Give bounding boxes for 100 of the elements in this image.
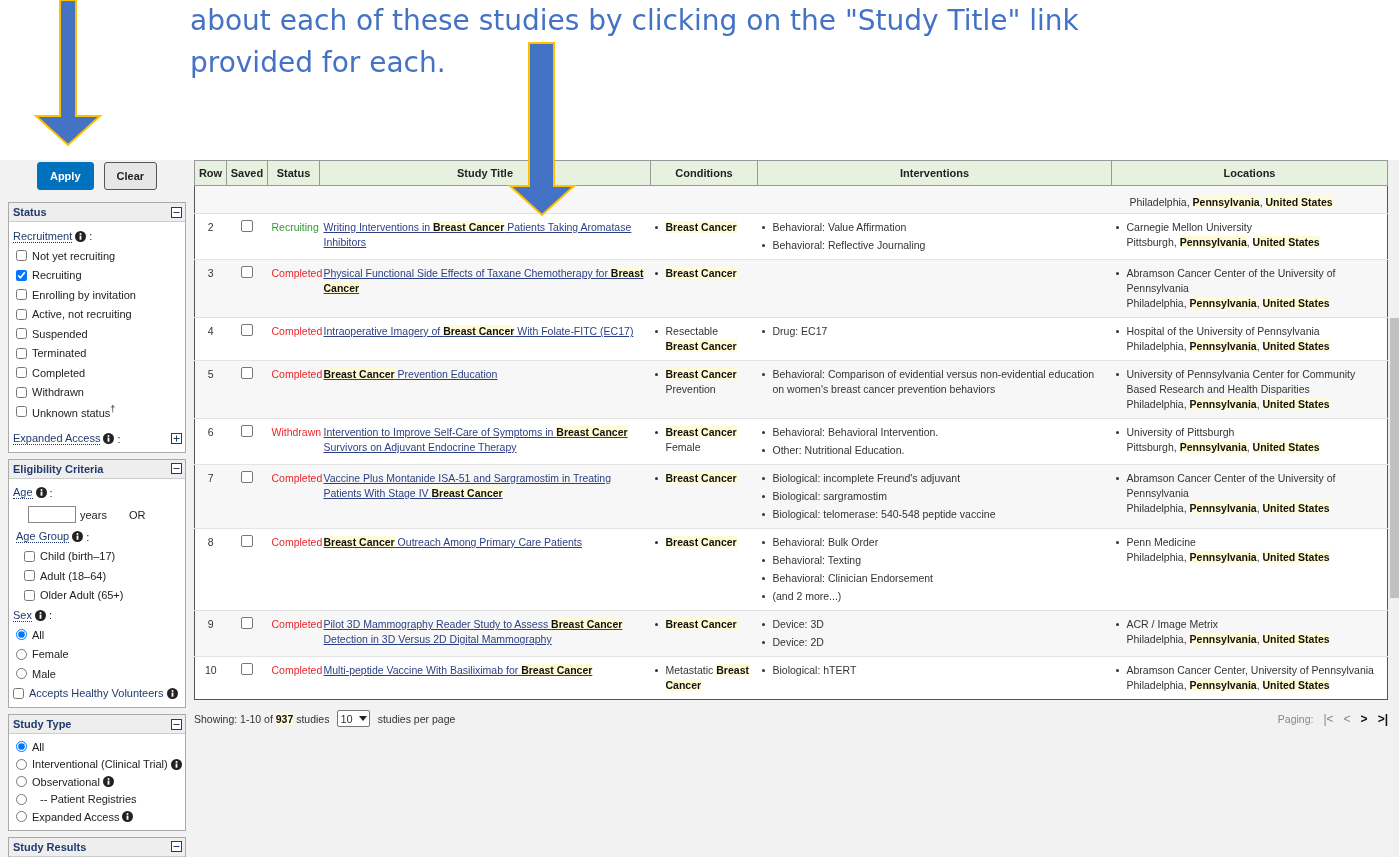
per-page-select[interactable]: 10 — [337, 710, 370, 727]
radio-label[interactable]: Female — [32, 648, 69, 661]
checkbox[interactable] — [24, 550, 35, 562]
radio-button[interactable] — [16, 648, 27, 660]
checkbox[interactable] — [16, 347, 27, 359]
checkbox[interactable] — [13, 687, 24, 699]
radio-button[interactable] — [16, 811, 27, 823]
checkbox-label[interactable]: Active, not recruiting — [32, 308, 132, 321]
save-checkbox[interactable] — [241, 535, 253, 547]
checkbox[interactable] — [16, 386, 27, 398]
column-header[interactable]: Status — [267, 160, 320, 186]
checkbox-label[interactable]: Recruiting — [32, 269, 82, 282]
radio-label[interactable]: Male — [32, 667, 56, 680]
bullet-icon — [761, 669, 765, 672]
bullet-icon — [761, 477, 765, 480]
save-checkbox[interactable] — [241, 663, 253, 675]
save-checkbox[interactable] — [241, 425, 253, 437]
checkbox[interactable] — [16, 406, 27, 418]
study-title-link[interactable]: Multi-peptide Vaccine With Basiliximab for Breast Cancer — [323, 663, 647, 678]
checkbox[interactable] — [16, 269, 27, 281]
location-place: Pittsburgh, Pennsylvania, United States — [1126, 440, 1320, 455]
pager-link[interactable]: > — [1360, 711, 1368, 726]
checkbox[interactable] — [16, 367, 27, 379]
collapse-icon[interactable] — [171, 841, 182, 852]
checkbox[interactable] — [16, 308, 27, 320]
checkbox[interactable] — [24, 589, 35, 601]
study-title-link[interactable]: Physical Functional Side Effects of Taxane Chemotherapy for Breast Cancer — [323, 266, 647, 296]
study-title-link[interactable]: Breast Cancer Outreach Among Primary Care Patients — [323, 535, 647, 550]
study-status: Withdrawn — [271, 426, 322, 438]
collapse-icon[interactable] — [171, 463, 182, 474]
save-checkbox[interactable] — [241, 617, 253, 629]
checkbox-label[interactable]: Older Adult (65+) — [40, 589, 124, 602]
clear-button[interactable]: Clear — [103, 162, 158, 190]
info-icon[interactable] — [34, 609, 46, 621]
study-title-link[interactable]: Intervention to Improve Self-Care of Symptoms in Breast Cancer Survivors on Adjuvant Endocrine Therapy — [323, 425, 647, 455]
checkbox[interactable] — [16, 289, 27, 301]
info-icon[interactable] — [75, 230, 87, 242]
radio-button[interactable] — [16, 758, 27, 770]
age-input-field[interactable] — [28, 506, 76, 523]
location-name: Abramson Cancer Center, University of Pennsylvania — [1126, 663, 1374, 678]
info-icon[interactable] — [72, 531, 84, 542]
save-checkbox[interactable] — [241, 471, 253, 483]
checkbox-label[interactable]: Terminated — [32, 347, 87, 360]
radio-button[interactable] — [16, 741, 27, 753]
checkbox-label[interactable]: Child (birth–17) — [40, 550, 116, 563]
checkbox-label[interactable]: Unknown status$^{†}$ — [32, 404, 116, 420]
pager-link[interactable]: >| — [1377, 711, 1388, 726]
save-checkbox[interactable] — [241, 220, 253, 232]
apply-button[interactable]: Apply — [36, 162, 94, 190]
checkbox-label[interactable]: Suspended — [32, 327, 88, 340]
checkbox-label[interactable]: Accepts Healthy Volunteers — [29, 687, 164, 700]
column-header[interactable]: Saved — [226, 160, 268, 186]
checkbox-label[interactable]: Adult (18–64) — [40, 569, 107, 582]
checkbox[interactable] — [24, 570, 35, 582]
info-icon[interactable] — [122, 811, 134, 823]
radio-button[interactable] — [16, 629, 27, 641]
column-header[interactable]: Study Title — [319, 160, 651, 186]
save-checkbox[interactable] — [241, 367, 253, 379]
instruction-text: about each of these studies by clicking on the "Study Title" link — [190, 3, 1080, 39]
checkbox-label[interactable]: Not yet recruiting — [32, 249, 116, 262]
panel-title[interactable]: Status — [13, 206, 47, 218]
checkbox-label[interactable]: Enrolling by invitation — [32, 288, 136, 301]
collapse-icon[interactable] — [171, 206, 182, 218]
radio-label[interactable]: All — [32, 740, 45, 753]
checkbox-label[interactable]: Completed — [32, 366, 86, 379]
radio-label[interactable]: Interventional (Clinical Trial) — [32, 758, 168, 771]
column-header[interactable]: Interventions — [757, 160, 1112, 186]
info-icon[interactable] — [35, 487, 47, 498]
info-icon[interactable] — [102, 776, 114, 788]
location-place: Philadelphia, Pennsylvania, United States — [1126, 632, 1330, 647]
column-header[interactable]: Row — [194, 160, 227, 186]
collapse-icon[interactable] — [171, 718, 182, 730]
info-icon[interactable] — [170, 758, 182, 770]
radio-label[interactable]: Expanded Access — [32, 810, 120, 823]
scrollbar-thumb[interactable] — [1390, 318, 1399, 598]
radio-button[interactable] — [16, 776, 27, 788]
colon: : — [89, 230, 93, 242]
info-icon[interactable] — [103, 433, 115, 444]
checkbox[interactable] — [16, 250, 27, 262]
intervention-text: Biological: telomerase: 540-548 peptide vaccine — [772, 507, 996, 522]
column-header[interactable]: Conditions — [650, 160, 758, 186]
checkbox-label[interactable]: Withdrawn — [32, 386, 84, 399]
column-header[interactable]: Locations — [1111, 160, 1388, 186]
radio-button[interactable] — [16, 668, 27, 680]
study-status: Completed — [271, 536, 323, 548]
radio-label[interactable]: All — [32, 628, 45, 641]
intervention-text: Drug: EC17 — [772, 324, 828, 339]
save-checkbox[interactable] — [241, 266, 253, 278]
row-number: 7 — [207, 472, 214, 484]
study-title-link[interactable]: Writing Interventions in Breast Cancer Patients Taking Aromatase Inhibitors — [323, 220, 647, 250]
bullet-icon — [1115, 623, 1119, 626]
save-checkbox[interactable] — [241, 324, 253, 336]
radio-label[interactable]: -- Patient Registries — [32, 793, 137, 806]
checkbox[interactable] — [16, 328, 27, 340]
bullet-icon — [761, 244, 765, 247]
radio-button[interactable] — [16, 793, 27, 805]
study-title-link[interactable]: Intraoperative Imagery of Breast Cancer With Folate-FITC (EC17) — [323, 324, 647, 339]
radio-label[interactable]: Observational — [32, 775, 100, 788]
expand-icon[interactable] — [171, 433, 182, 444]
info-icon[interactable] — [166, 687, 178, 699]
